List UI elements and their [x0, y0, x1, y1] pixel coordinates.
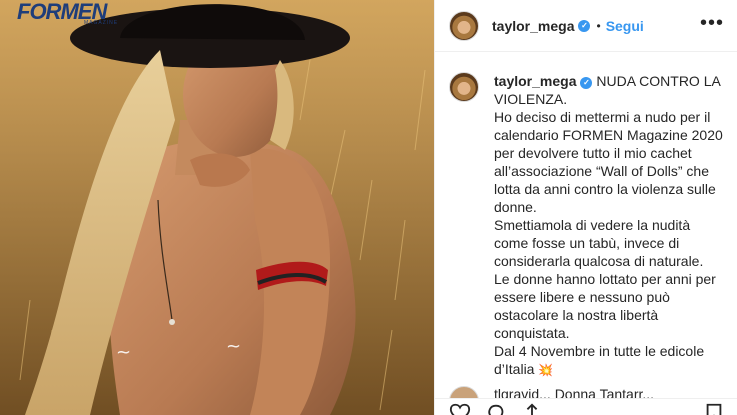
svg-text:~: ~	[226, 336, 241, 357]
post-sidebar: taylor_mega ✓ • Segui ••• taylor_mega ✓ N…	[434, 0, 737, 415]
caption-line-5: Dal 4 Novembre in tutte le edicole d’Ita…	[494, 343, 705, 377]
caption-username[interactable]: taylor_mega	[494, 73, 576, 89]
svg-text:~: ~	[116, 342, 131, 363]
next-comment-text: tlgravid... Donna Tantarr...	[494, 386, 655, 398]
caption-body: taylor_mega ✓ NUDA CONTRO LA VIOLENZA. Ho…	[494, 72, 724, 415]
follow-button[interactable]: Segui	[606, 18, 644, 34]
caption-comment: taylor_mega ✓ NUDA CONTRO LA VIOLENZA. Ho…	[449, 72, 725, 415]
action-bar	[435, 398, 737, 415]
caption-verified-icon: ✓	[580, 77, 593, 89]
separator-dot: •	[596, 18, 601, 33]
caption-line-2: Ho deciso di mettermi a nudo per il cale…	[494, 109, 723, 215]
photo-illustration: ~ ~	[0, 0, 434, 415]
post-header: taylor_mega ✓ • Segui •••	[435, 0, 737, 52]
caption-line-3: Smettiamola di vedere la nudità come fos…	[494, 217, 704, 269]
caption-avatar[interactable]	[449, 72, 479, 102]
formen-logo-sub: MAGAZINE	[84, 20, 119, 26]
post-photo[interactable]: ~ ~ FORMEN MAGAZINE	[0, 0, 434, 415]
comment-icon[interactable]	[485, 402, 507, 415]
verified-badge-icon: ✓	[578, 19, 591, 32]
heart-icon[interactable]	[449, 402, 471, 415]
next-comment-avatar[interactable]	[449, 386, 479, 398]
next-comment: tlgravid... Donna Tantarr...	[449, 386, 725, 398]
bookmark-icon[interactable]	[703, 402, 725, 415]
collision-emoji-icon: 💥	[538, 363, 554, 377]
more-options-icon[interactable]: •••	[700, 12, 724, 35]
share-icon[interactable]	[521, 402, 543, 415]
caption-line-4: Le donne hanno lottato per anni per esse…	[494, 271, 716, 341]
avatar[interactable]	[449, 10, 479, 41]
header-username[interactable]: taylor_mega	[492, 18, 574, 34]
